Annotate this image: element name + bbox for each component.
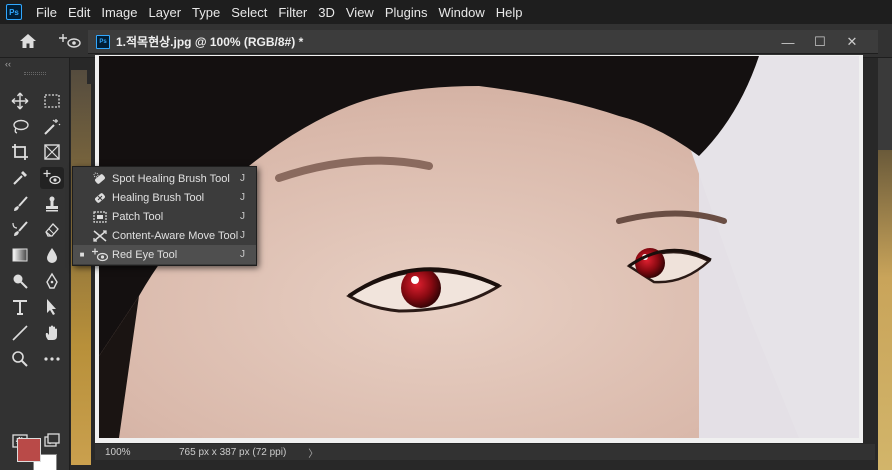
menu-plugins[interactable]: Plugins bbox=[385, 5, 428, 20]
menu-edit[interactable]: Edit bbox=[68, 5, 90, 20]
menu-items: File Edit Image Layer Type Select Filter… bbox=[36, 5, 533, 20]
flyout-item-shortcut: J bbox=[240, 230, 245, 241]
flyout-item-red-eye[interactable]: ■ Red Eye Tool J bbox=[73, 245, 256, 264]
flyout-item-shortcut: J bbox=[240, 249, 245, 260]
menu-bar: Ps File Edit Image Layer Type Select Fil… bbox=[0, 0, 892, 24]
flyout-item-spot-healing-brush[interactable]: Spot Healing Brush Tool J bbox=[73, 169, 256, 188]
crop-tool-icon[interactable] bbox=[8, 141, 32, 163]
menu-window[interactable]: Window bbox=[438, 5, 484, 20]
zoom-tool-icon[interactable] bbox=[8, 348, 32, 370]
collapse-panel-icon[interactable]: ‹‹ bbox=[5, 59, 11, 69]
menu-filter[interactable]: Filter bbox=[278, 5, 307, 20]
menu-select[interactable]: Select bbox=[231, 5, 267, 20]
flyout-item-label: Healing Brush Tool bbox=[112, 191, 205, 204]
background-window-tab bbox=[87, 70, 95, 84]
window-controls: — ☐ ✕ bbox=[772, 32, 868, 52]
lasso-tool-icon[interactable] bbox=[8, 116, 32, 138]
flyout-item-label: Patch Tool bbox=[112, 210, 164, 223]
blur-tool-icon[interactable] bbox=[40, 244, 64, 266]
healing-brush-icon bbox=[91, 190, 109, 206]
flyout-item-healing-brush[interactable]: Healing Brush Tool J bbox=[73, 188, 256, 207]
line-tool-icon[interactable] bbox=[8, 322, 32, 344]
document-info[interactable]: 765 px x 387 px (72 ppi) bbox=[179, 447, 286, 458]
document-tab[interactable]: Ps 1.적목현상.jpg @ 100% (RGB/8#) * — ☐ ✕ bbox=[88, 30, 878, 54]
flyout-item-label: Spot Healing Brush Tool bbox=[112, 172, 230, 185]
foreground-color-swatch[interactable] bbox=[17, 438, 41, 462]
hand-tool-icon[interactable] bbox=[40, 322, 64, 344]
home-icon[interactable] bbox=[18, 32, 38, 50]
flyout-item-content-aware-move[interactable]: Content-Aware Move Tool J bbox=[73, 226, 256, 245]
content-aware-move-icon bbox=[91, 228, 109, 244]
frame-tool-icon[interactable] bbox=[40, 141, 64, 163]
red-eye-icon bbox=[91, 247, 109, 263]
pen-tool-icon[interactable] bbox=[40, 270, 64, 292]
eyedropper-icon[interactable] bbox=[8, 167, 32, 189]
red-eye-tool-icon[interactable] bbox=[40, 167, 64, 189]
more-tools-icon[interactable] bbox=[40, 348, 64, 370]
minimize-button[interactable]: — bbox=[772, 32, 804, 52]
history-brush-icon[interactable] bbox=[8, 218, 32, 240]
flyout-item-patch[interactable]: Patch Tool J bbox=[73, 207, 256, 226]
menu-type[interactable]: Type bbox=[192, 5, 220, 20]
brush-tool-icon[interactable] bbox=[8, 193, 32, 215]
maximize-button[interactable]: ☐ bbox=[804, 32, 836, 52]
background-window-edge bbox=[878, 150, 892, 470]
magic-wand-icon[interactable] bbox=[40, 116, 64, 138]
flyout-item-shortcut: J bbox=[240, 211, 245, 222]
screen-mode-icon[interactable] bbox=[40, 430, 64, 452]
eraser-icon[interactable] bbox=[40, 218, 64, 240]
menu-3d[interactable]: 3D bbox=[318, 5, 335, 20]
panel-grip[interactable] bbox=[24, 72, 46, 75]
flyout-item-shortcut: J bbox=[240, 173, 245, 184]
menu-file[interactable]: File bbox=[36, 5, 57, 20]
zoom-level[interactable]: 100% bbox=[105, 447, 145, 458]
menu-help[interactable]: Help bbox=[496, 5, 523, 20]
flyout-item-label: Content-Aware Move Tool bbox=[112, 229, 239, 242]
flyout-item-shortcut: J bbox=[240, 192, 245, 203]
menu-image[interactable]: Image bbox=[101, 5, 137, 20]
red-eye-tool-preset-icon[interactable] bbox=[58, 31, 82, 51]
status-menu-arrow[interactable]: 〉 bbox=[308, 445, 318, 460]
document-ps-icon: Ps bbox=[96, 34, 110, 49]
gradient-tool-icon[interactable] bbox=[8, 244, 32, 266]
menu-view[interactable]: View bbox=[346, 5, 374, 20]
flyout-item-label: Red Eye Tool bbox=[112, 248, 178, 261]
healing-tools-flyout: Spot Healing Brush Tool J Healing Brush … bbox=[72, 166, 257, 266]
menu-layer[interactable]: Layer bbox=[149, 5, 182, 20]
path-selection-icon[interactable] bbox=[40, 296, 64, 318]
spot-healing-brush-icon bbox=[91, 171, 109, 187]
clone-stamp-icon[interactable] bbox=[40, 193, 64, 215]
document-title: 1.적목현상.jpg @ 100% (RGB/8#) * bbox=[116, 35, 304, 49]
photoshop-logo: Ps bbox=[6, 4, 22, 20]
status-bar: 100% 765 px x 387 px (72 ppi) 〉 bbox=[95, 444, 875, 460]
move-tool-icon[interactable] bbox=[8, 90, 32, 112]
tools-panel: ‹‹ bbox=[0, 58, 70, 470]
background-window-strip bbox=[71, 70, 91, 465]
dodge-tool-icon[interactable] bbox=[8, 270, 32, 292]
type-tool-icon[interactable] bbox=[8, 296, 32, 318]
rectangular-marquee-icon[interactable] bbox=[40, 90, 64, 112]
selected-tool-marker: ■ bbox=[79, 250, 85, 259]
patch-icon bbox=[91, 209, 109, 225]
close-button[interactable]: ✕ bbox=[836, 32, 868, 52]
